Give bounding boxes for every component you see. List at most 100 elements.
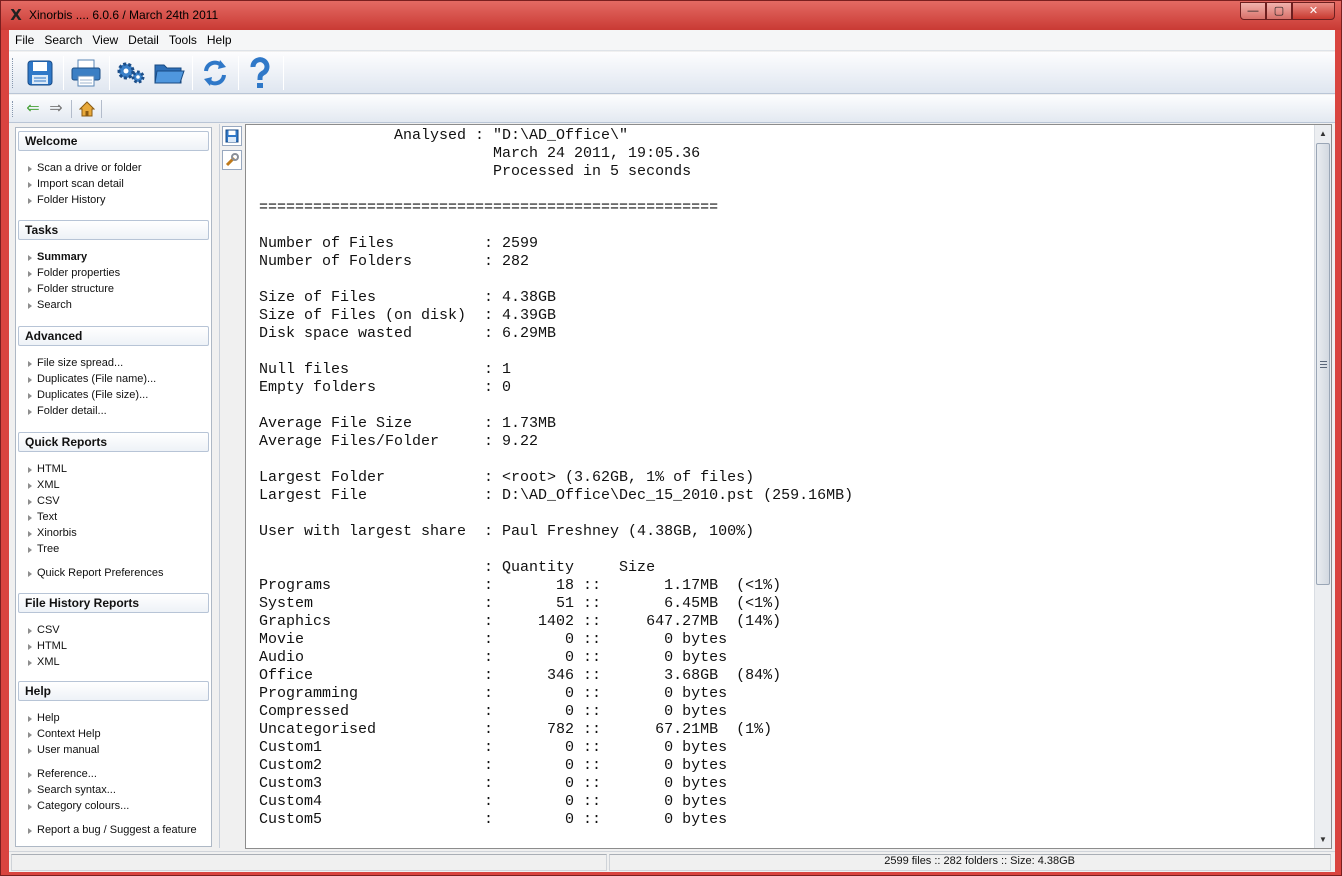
scroll-up-icon[interactable]: ▲ — [1315, 125, 1331, 142]
triangle-bullet-icon — [28, 827, 32, 834]
triangle-bullet-icon — [28, 787, 32, 794]
sidebar-item-search-syntax[interactable]: Search syntax... — [28, 783, 116, 798]
report-line — [259, 397, 853, 415]
sidebar-item-file-size-spread[interactable]: File size spread... — [28, 356, 123, 371]
sidebar-item-label: Import scan detail — [37, 178, 124, 190]
sidebar-item-label: Folder properties — [37, 267, 121, 279]
sidebar-item-label: Duplicates (File size)... — [37, 389, 149, 401]
sidebar-item-search[interactable]: Search — [28, 298, 72, 313]
triangle-bullet-icon — [28, 659, 32, 666]
vertical-scrollbar[interactable]: ▲ ▼ — [1314, 125, 1331, 848]
panel-header-file-history-reports[interactable]: File History Reports — [18, 593, 209, 613]
sidebar-item-history-html[interactable]: HTML — [28, 639, 67, 654]
sidebar-item-report-xinorbis[interactable]: Xinorbis — [28, 526, 77, 541]
sidebar-item-label: Scan a drive or folder — [37, 162, 142, 174]
triangle-bullet-icon — [28, 392, 32, 399]
sidebar-item-folder-history[interactable]: Folder History — [28, 193, 105, 208]
sidebar-item-folder-structure[interactable]: Folder structure — [28, 282, 114, 297]
menu-tools[interactable]: Tools — [164, 30, 202, 51]
menu-file[interactable]: File — [10, 30, 39, 51]
sidebar-item-folder-detail[interactable]: Folder detail... — [28, 404, 107, 419]
report-line: User with largest share : Paul Freshney … — [259, 523, 755, 540]
navbar-grip[interactable] — [12, 101, 15, 117]
sidebar-item-duplicates-name[interactable]: Duplicates (File name)... — [28, 372, 156, 387]
sidebar-item-history-xml[interactable]: XML — [28, 655, 60, 670]
wrench-icon[interactable] — [222, 150, 242, 170]
sidebar-item-folder-properties[interactable]: Folder properties — [28, 266, 120, 281]
triangle-bullet-icon — [28, 731, 32, 738]
triangle-bullet-icon — [28, 270, 32, 277]
menu-search[interactable]: Search — [39, 30, 87, 51]
sidebar-item-context-help[interactable]: Context Help — [28, 727, 101, 742]
report-line: Graphics : 1402 :: 647.27MB (14%) — [259, 613, 782, 630]
panel-header-welcome[interactable]: Welcome — [18, 131, 209, 151]
report-line: Empty folders : 0 — [259, 379, 512, 396]
home-icon[interactable] — [77, 100, 97, 118]
report-line: Average Files/Folder : 9.22 — [259, 433, 539, 450]
minimize-button[interactable]: — — [1240, 2, 1266, 20]
report-line: Compressed : 0 :: 0 bytes — [259, 703, 728, 720]
sidebar-item-report-bug[interactable]: Report a bug / Suggest a feature — [28, 823, 197, 838]
panel-header-help[interactable]: Help — [18, 681, 209, 701]
maximize-button[interactable]: ▢ — [1266, 2, 1292, 20]
sidebar-item-duplicates-size[interactable]: Duplicates (File size)... — [28, 388, 148, 403]
summary-report: Analysed : "D:\AD_Office\" March 24 2011… — [259, 127, 853, 829]
triangle-bullet-icon — [28, 181, 32, 188]
panel-header-quick-reports[interactable]: Quick Reports — [18, 432, 209, 452]
sidebar-item-summary[interactable]: Summary — [28, 250, 87, 265]
panel-header-tasks[interactable]: Tasks — [18, 220, 209, 240]
toolbar-grip[interactable] — [12, 58, 15, 88]
sidebar-item-quick-report-preferences[interactable]: Quick Report Preferences — [28, 566, 164, 581]
refresh-icon[interactable] — [196, 54, 234, 92]
sidebar-item-label: HTML — [37, 640, 67, 652]
status-bar: 2599 files :: 282 folders :: Size: 4.38G… — [9, 851, 1335, 872]
triangle-bullet-icon — [28, 643, 32, 650]
toolbar-separator — [238, 56, 239, 90]
report-line: Disk space wasted : 6.29MB — [259, 325, 557, 342]
sidebar-item-label: Folder structure — [37, 283, 115, 295]
sidebar-item-report-html[interactable]: HTML — [28, 462, 67, 477]
xinorbis-app-icon[interactable]: X — [8, 7, 24, 23]
sidebar-item-report-tree[interactable]: Tree — [28, 542, 59, 557]
report-line: Null files : 1 — [259, 361, 512, 378]
triangle-bullet-icon — [28, 498, 32, 505]
scroll-thumb[interactable] — [1316, 143, 1330, 585]
report-line: Size of Files (on disk) : 4.39GB — [259, 307, 557, 324]
sidebar-item-help[interactable]: Help — [28, 711, 60, 726]
menu-detail[interactable]: Detail — [123, 30, 164, 51]
forward-arrow-icon[interactable]: ⇒ — [46, 100, 66, 118]
triangle-bullet-icon — [28, 254, 32, 261]
triangle-bullet-icon — [28, 466, 32, 473]
save-icon[interactable] — [21, 54, 59, 92]
save-report-icon[interactable] — [222, 126, 242, 146]
menu-help[interactable]: Help — [202, 30, 237, 51]
sidebar-item-label: Context Help — [37, 728, 101, 740]
title-bar[interactable]: X Xinorbis .... 6.0.6 / March 24th 2011 … — [1, 1, 1341, 30]
sidebar-item-scan-drive[interactable]: Scan a drive or folder — [28, 161, 142, 176]
back-arrow-icon[interactable]: ⇐ — [23, 100, 43, 118]
scroll-down-icon[interactable]: ▼ — [1315, 831, 1331, 848]
panel-header-advanced[interactable]: Advanced — [18, 326, 209, 346]
sidebar-item-reference[interactable]: Reference... — [28, 767, 97, 782]
sidebar-item-report-text[interactable]: Text — [28, 510, 57, 525]
sidebar-item-user-manual[interactable]: User manual — [28, 743, 99, 758]
sidebar-item-label: CSV — [37, 495, 60, 507]
settings-icon[interactable] — [112, 54, 150, 92]
nav-separator — [71, 100, 72, 118]
help-icon[interactable] — [241, 54, 279, 92]
menu-view[interactable]: View — [87, 30, 123, 51]
print-icon[interactable] — [67, 54, 105, 92]
sidebar-item-report-xml[interactable]: XML — [28, 478, 60, 493]
report-line — [259, 541, 853, 559]
report-view[interactable]: Analysed : "D:\AD_Office\" March 24 2011… — [245, 124, 1332, 849]
triangle-bullet-icon — [28, 747, 32, 754]
sidebar-item-report-csv[interactable]: CSV — [28, 494, 60, 509]
sidebar-item-history-csv[interactable]: CSV — [28, 623, 60, 638]
close-button[interactable]: ✕ — [1292, 2, 1335, 20]
open-folder-icon[interactable] — [150, 54, 188, 92]
toolbar-separator — [109, 56, 110, 90]
triangle-bullet-icon — [28, 803, 32, 810]
sidebar-item-import-scan[interactable]: Import scan detail — [28, 177, 124, 192]
sidebar-item-category-colours[interactable]: Category colours... — [28, 799, 129, 814]
triangle-bullet-icon — [28, 771, 32, 778]
